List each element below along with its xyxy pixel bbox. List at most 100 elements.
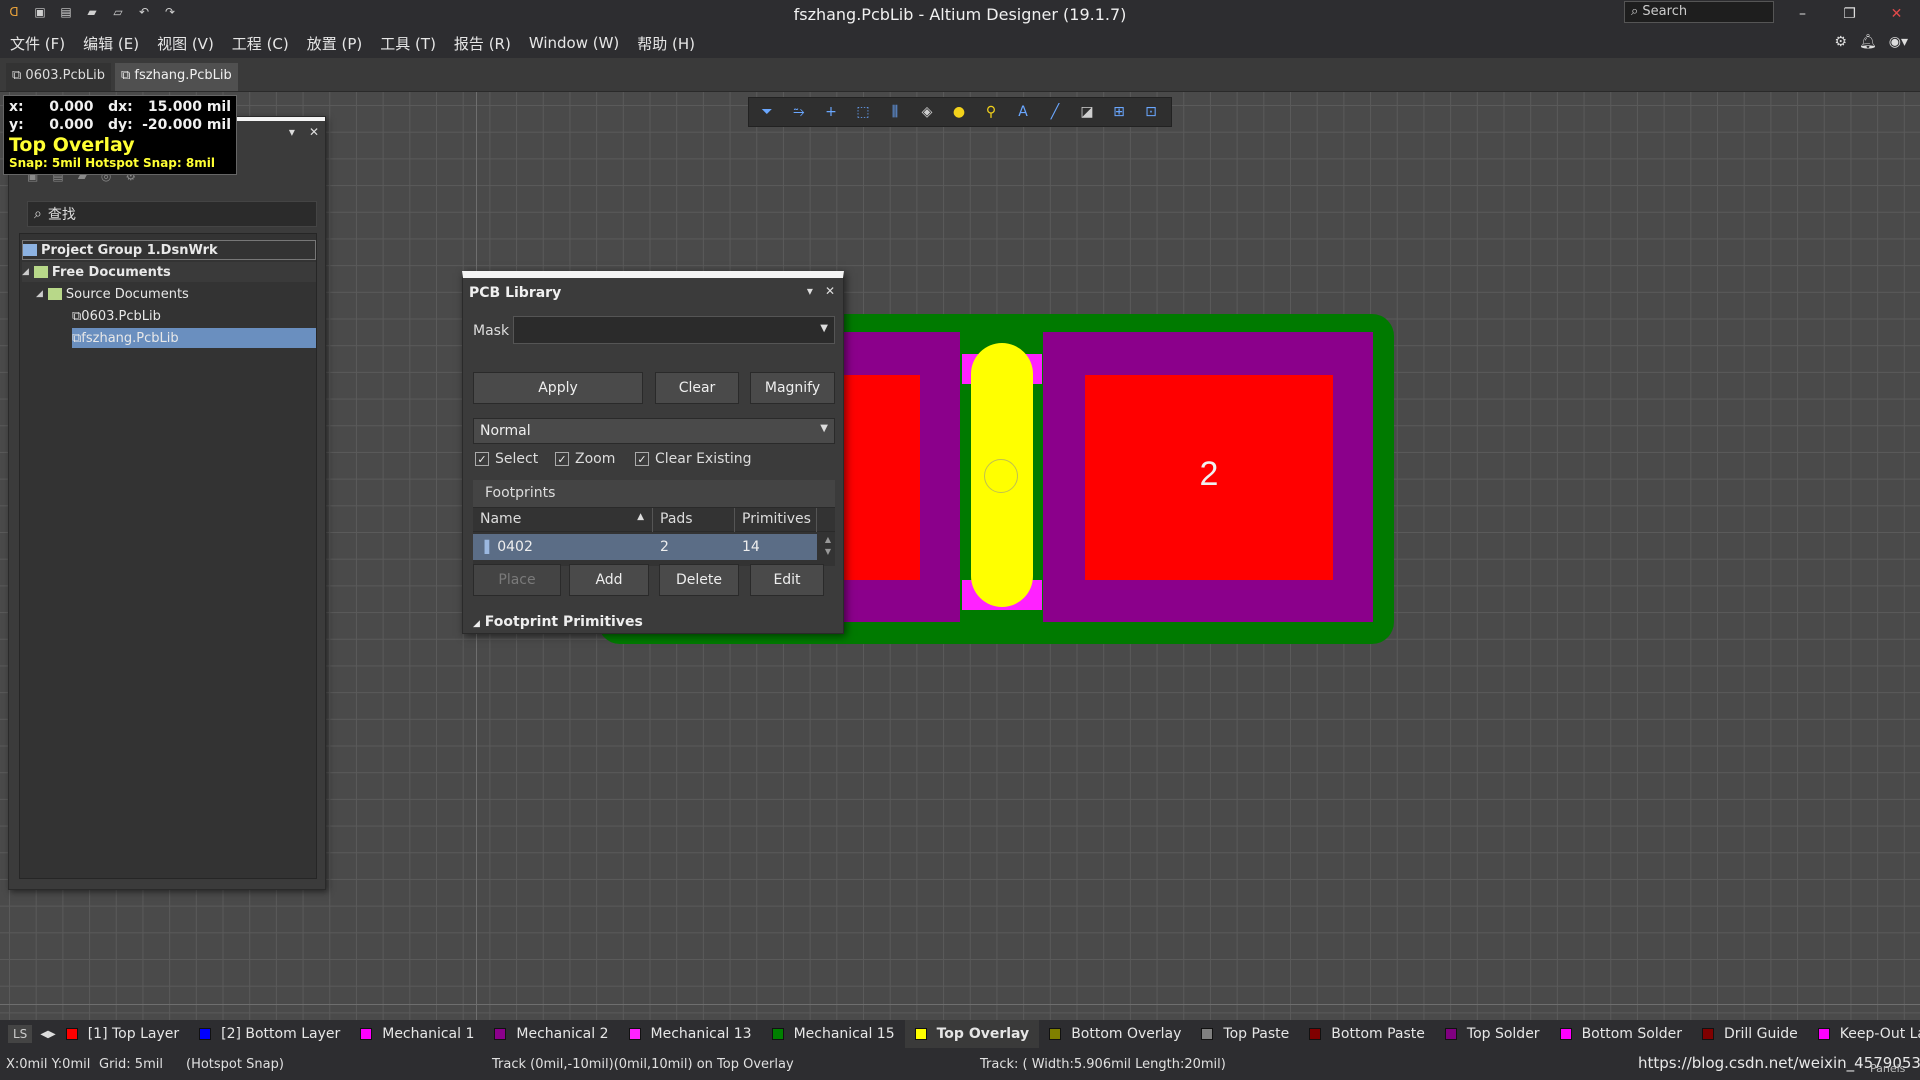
string-text-icon[interactable]: A	[1011, 100, 1035, 124]
menu-project[interactable]: 工程 (C)	[232, 33, 289, 54]
expand-arrow-icon[interactable]: ◢	[36, 289, 43, 299]
zoom-checkbox[interactable]: ✓ Zoom	[555, 451, 615, 467]
crosshair-icon[interactable]: +	[819, 100, 843, 124]
panel-menu-chevron-icon[interactable]: ▾	[289, 125, 295, 139]
menu-window[interactable]: Window (W)	[529, 34, 619, 52]
dropdown-arrow-icon[interactable]: ▼	[820, 323, 828, 334]
apply-button[interactable]: Apply	[473, 372, 643, 404]
pcblib-icon: ⧉	[72, 330, 82, 346]
place-button[interactable]: Place	[473, 564, 561, 596]
delete-button[interactable]: Delete	[659, 564, 739, 596]
menu-edit[interactable]: 编辑 (E)	[83, 33, 139, 54]
clear-existing-checkbox[interactable]: ✓ Clear Existing	[635, 451, 752, 467]
add-button[interactable]: Add	[569, 564, 649, 596]
expand-arrow-icon[interactable]: ◢	[22, 267, 29, 277]
route-icon[interactable]: ⥲	[787, 100, 811, 124]
footprints-grid: Name ▲ Pads Primitives ▐ 0402 2 14 ▲ ▼	[473, 508, 835, 566]
via-icon[interactable]: ●	[947, 100, 971, 124]
user-account-icon[interactable]: ◉▾	[1889, 34, 1908, 50]
menu-place[interactable]: 放置 (P)	[307, 33, 363, 54]
tree-doc-fszhang[interactable]: ⧉ fszhang.PcbLib	[72, 328, 316, 348]
place-pad-icon[interactable]: ⚲	[979, 100, 1003, 124]
edit-button[interactable]: Edit	[750, 564, 824, 596]
menu-file[interactable]: 文件 (F)	[10, 33, 65, 54]
restore-button[interactable]: ❐	[1826, 0, 1873, 28]
hud-x-label: x:	[9, 99, 24, 115]
mode-combobox[interactable]: Normal ▼	[473, 418, 835, 444]
panels-button[interactable]: Panels	[1870, 1062, 1905, 1075]
layer-next-icon[interactable]: ▶	[48, 1029, 56, 1040]
tree-doc-0603[interactable]: ⧉ 0603.PcbLib	[72, 306, 161, 326]
pad-2[interactable]: 2	[1085, 375, 1333, 580]
table-row[interactable]: ▐ 0402 2 14	[473, 534, 817, 560]
menu-reports[interactable]: 报告 (R)	[454, 33, 511, 54]
layer-color-swatch	[360, 1028, 373, 1040]
projects-search-input[interactable]: ⌕ 查找	[27, 201, 317, 227]
mask-combobox[interactable]: ▼	[513, 316, 835, 344]
panel-close-icon[interactable]: ✕	[825, 284, 835, 298]
layer-tab[interactable]: Bottom Solder	[1550, 1020, 1692, 1048]
minimize-button[interactable]: –	[1779, 0, 1826, 28]
pad-tool-icon[interactable]: ◈	[915, 100, 939, 124]
tab-fszhang-pcblib[interactable]: ⧉ fszhang.PcbLib	[114, 63, 238, 91]
column-primitives[interactable]: Primitives	[735, 508, 817, 532]
filter-icon[interactable]: ⏷	[755, 100, 779, 124]
panel-close-icon[interactable]: ✕	[309, 125, 319, 139]
tab-0603-pcblib[interactable]: ⧉ 0603.PcbLib	[6, 63, 111, 91]
layer-tab[interactable]: Drill Guide	[1692, 1020, 1808, 1048]
heads-up-display: x: 0.000 dx: 15.000 mil y: 0.000 dy: -20…	[3, 95, 237, 175]
layer-tab[interactable]: [1] Top Layer	[56, 1020, 189, 1048]
layer-prev-icon[interactable]: ◀	[40, 1029, 48, 1040]
tree-source-documents[interactable]: ◢ Source Documents	[36, 284, 189, 304]
column-name[interactable]: Name ▲	[473, 508, 653, 532]
layer-color-swatch	[771, 1028, 784, 1040]
select-checkbox[interactable]: ✓ Select	[475, 451, 538, 467]
notifications-bell-icon[interactable]: 🔔︎	[1859, 34, 1877, 50]
clear-button[interactable]: Clear	[655, 372, 739, 404]
grid-scrollbar[interactable]: ▲ ▼	[821, 534, 835, 562]
settings-gear-icon[interactable]: ⚙	[1834, 34, 1847, 50]
menu-view[interactable]: 视图 (V)	[157, 33, 214, 54]
layer-tab[interactable]: Mechanical 1	[350, 1020, 484, 1048]
mode-value: Normal	[480, 423, 531, 439]
panel-menu-chevron-icon[interactable]: ▾	[807, 284, 813, 298]
region-icon[interactable]: ◪	[1075, 100, 1099, 124]
hud-current-layer: Top Overlay	[9, 134, 135, 156]
layer-tab[interactable]: Top Overlay	[904, 1020, 1040, 1048]
menu-help[interactable]: 帮助 (H)	[637, 33, 695, 54]
pad-2-label: 2	[1199, 455, 1219, 493]
tree-free-documents[interactable]: ◢ Free Documents	[22, 262, 316, 282]
dimension-icon[interactable]: ⊞	[1107, 100, 1131, 124]
menu-tools[interactable]: 工具 (T)	[380, 33, 436, 54]
close-button[interactable]: ✕	[1873, 0, 1920, 28]
scroll-up-icon[interactable]: ▲	[821, 534, 835, 546]
align-icon[interactable]: ⫼	[883, 100, 907, 124]
zoom-fit-icon[interactable]: ⊡	[1139, 100, 1163, 124]
layer-tab[interactable]: [2] Bottom Layer	[189, 1020, 350, 1048]
zoom-label: Zoom	[575, 451, 616, 467]
tree-project-group[interactable]: Project Group 1.DsnWrk	[22, 240, 316, 260]
global-search-input[interactable]: ⌕ Search	[1624, 1, 1774, 23]
layer-tab[interactable]: Bottom Overlay	[1039, 1020, 1191, 1048]
scroll-down-icon[interactable]: ▼	[821, 546, 835, 558]
layer-tab[interactable]: Mechanical 15	[762, 1020, 905, 1048]
layer-color-swatch	[1201, 1028, 1214, 1040]
layer-tab[interactable]: Top Paste	[1191, 1020, 1299, 1048]
footprint-primitives-section[interactable]: ◢ Footprint Primitives	[473, 614, 643, 630]
layer-tab[interactable]: Mechanical 2	[484, 1020, 618, 1048]
magnify-button[interactable]: Magnify	[750, 372, 835, 404]
select-rect-icon[interactable]: ⬚	[851, 100, 875, 124]
line-tool-icon[interactable]: ╱	[1043, 100, 1067, 124]
layer-color-swatch	[1817, 1028, 1830, 1040]
layer-color-swatch	[65, 1028, 78, 1040]
layer-tab[interactable]: Top Solder	[1435, 1020, 1550, 1048]
layer-tab[interactable]: Mechanical 13	[619, 1020, 762, 1048]
dropdown-arrow-icon[interactable]: ▼	[820, 423, 828, 434]
layer-tab[interactable]: Keep-Out Layer	[1808, 1020, 1920, 1048]
layer-set-button[interactable]: LS	[8, 1025, 33, 1043]
column-pads[interactable]: Pads	[653, 508, 735, 532]
layer-tab[interactable]: Bottom Paste	[1299, 1020, 1435, 1048]
layer-color-swatch	[1559, 1028, 1572, 1040]
footprint-primitives-label: Footprint Primitives	[484, 614, 643, 630]
collapse-arrow-icon[interactable]: ◢	[473, 619, 480, 629]
